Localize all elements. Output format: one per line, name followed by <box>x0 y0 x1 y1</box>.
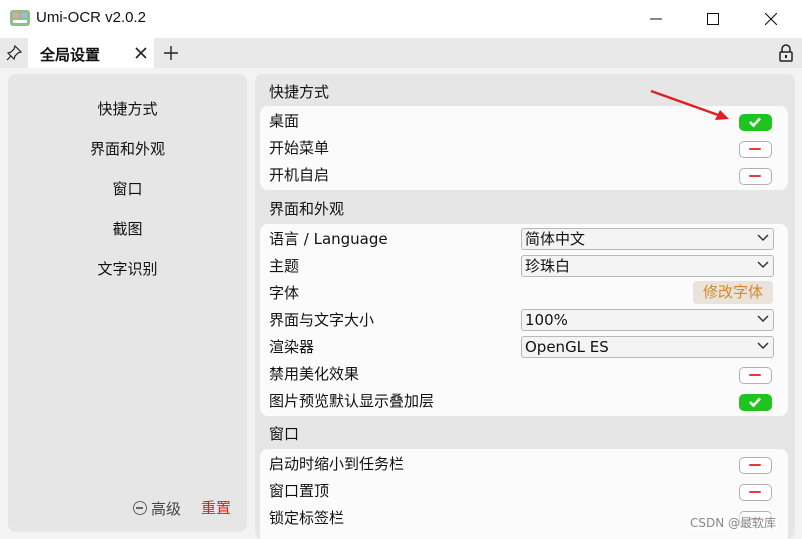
section-title-window: 窗口 <box>269 425 300 443</box>
pin-button[interactable] <box>0 38 28 68</box>
chevron-down-icon <box>757 261 769 269</box>
setting-row-minimize-on-start: 启动时缩小到任务栏 <box>260 451 788 478</box>
setting-label: 启动时缩小到任务栏 <box>269 455 405 473</box>
window-title: Umi-OCR v2.0.2 <box>36 9 147 26</box>
preview-overlay-toggle[interactable] <box>739 394 772 411</box>
setting-row-always-on-top: 窗口置顶 <box>260 478 788 505</box>
setting-label: 图片预览默认显示叠加层 <box>269 392 435 410</box>
select-value: 珍珠白 <box>525 257 571 275</box>
tab-label: 全局设置 <box>40 46 101 64</box>
setting-row-renderer: 渲染器 OpenGL ES <box>260 334 788 361</box>
setting-label: 语言 / Language <box>269 230 388 248</box>
collapse-icon <box>133 501 147 515</box>
setting-row-disable-effects: 禁用美化效果 <box>260 361 788 388</box>
select-value: 简体中文 <box>525 230 586 248</box>
settings-panel: 快捷方式 桌面 开始菜单 开机自启 界面和外观 语言 / Language 简体… <box>255 74 795 539</box>
setting-row-start-menu: 开始菜单 <box>260 135 788 162</box>
add-tab-icon <box>164 46 178 60</box>
pin-icon <box>6 45 22 61</box>
setting-row-language: 语言 / Language 简体中文 <box>260 226 788 253</box>
scale-select[interactable]: 100% <box>521 309 774 331</box>
setting-label: 锁定标签栏 <box>269 509 345 527</box>
advanced-toggle[interactable]: 高级 <box>133 496 181 520</box>
setting-label: 主题 <box>269 257 300 275</box>
setting-row-scale: 界面与文字大小 100% <box>260 307 788 334</box>
setting-row-autostart: 开机自启 <box>260 162 788 189</box>
start-menu-shortcut-toggle[interactable] <box>739 141 772 158</box>
maximize-icon <box>707 13 719 25</box>
setting-label: 渲染器 <box>269 338 315 356</box>
tab-bar: 全局设置 <box>0 38 802 68</box>
setting-label: 禁用美化效果 <box>269 365 360 383</box>
check-icon <box>749 117 761 128</box>
check-icon <box>749 397 761 408</box>
sidebar-item-window[interactable]: 窗口 <box>8 175 247 203</box>
title-bar: Umi-OCR v2.0.2 <box>0 0 802 38</box>
setting-label: 开始菜单 <box>269 139 330 157</box>
theme-select[interactable]: 珍珠白 <box>521 255 774 277</box>
app-icon <box>10 10 30 26</box>
language-select[interactable]: 简体中文 <box>521 228 774 250</box>
setting-row-font: 字体 修改字体 <box>260 280 788 307</box>
reset-button[interactable]: 重置 <box>201 496 231 520</box>
section-title-shortcuts: 快捷方式 <box>269 83 330 101</box>
sidebar-item-screenshot[interactable]: 截图 <box>8 215 247 243</box>
minimize-on-start-toggle[interactable] <box>739 457 772 474</box>
autostart-toggle[interactable] <box>739 168 772 185</box>
lock-tabbar-button[interactable] <box>776 43 796 63</box>
renderer-select[interactable]: OpenGL ES <box>521 336 774 358</box>
tab-global-settings[interactable]: 全局设置 <box>28 38 154 68</box>
watermark: CSDN @最软库 <box>688 514 779 531</box>
lock-icon <box>779 44 793 62</box>
setting-label: 桌面 <box>269 112 300 130</box>
close-window-button[interactable] <box>742 0 800 38</box>
maximize-button[interactable] <box>684 0 742 38</box>
chevron-down-icon <box>757 342 769 350</box>
section-title-appearance: 界面和外观 <box>269 200 345 218</box>
setting-label: 字体 <box>269 284 300 302</box>
add-tab-button[interactable] <box>161 43 181 63</box>
chevron-down-icon <box>757 234 769 242</box>
chevron-down-icon <box>757 315 769 323</box>
always-on-top-toggle[interactable] <box>739 484 772 501</box>
setting-label: 窗口置顶 <box>269 482 330 500</box>
minimize-icon <box>650 18 662 20</box>
sidebar-item-appearance[interactable]: 界面和外观 <box>8 135 247 163</box>
change-font-button[interactable]: 修改字体 <box>693 281 773 304</box>
close-icon <box>765 13 777 25</box>
annotation-arrow-icon <box>650 89 729 120</box>
appearance-card: 语言 / Language 简体中文 主题 珍珠白 字体 修改字体 界面与文字大… <box>260 224 788 416</box>
sidebar-item-shortcuts[interactable]: 快捷方式 <box>8 95 247 123</box>
disable-effects-toggle[interactable] <box>739 367 772 384</box>
advanced-label: 高级 <box>151 499 182 518</box>
setting-label: 界面与文字大小 <box>269 311 375 329</box>
minimize-button[interactable] <box>627 0 685 38</box>
setting-row-theme: 主题 珍珠白 <box>260 253 788 280</box>
tab-close-button[interactable] <box>132 44 150 62</box>
sidebar-item-ocr[interactable]: 文字识别 <box>8 255 247 283</box>
setting-label: 开机自启 <box>269 166 330 184</box>
setting-row-preview-overlay: 图片预览默认显示叠加层 <box>260 388 788 415</box>
select-value: OpenGL ES <box>525 338 609 356</box>
select-value: 100% <box>525 311 568 329</box>
tab-close-icon <box>135 47 147 59</box>
settings-sidebar: 快捷方式 界面和外观 窗口 截图 文字识别 高级 重置 <box>8 74 247 532</box>
desktop-shortcut-toggle[interactable] <box>739 114 772 131</box>
